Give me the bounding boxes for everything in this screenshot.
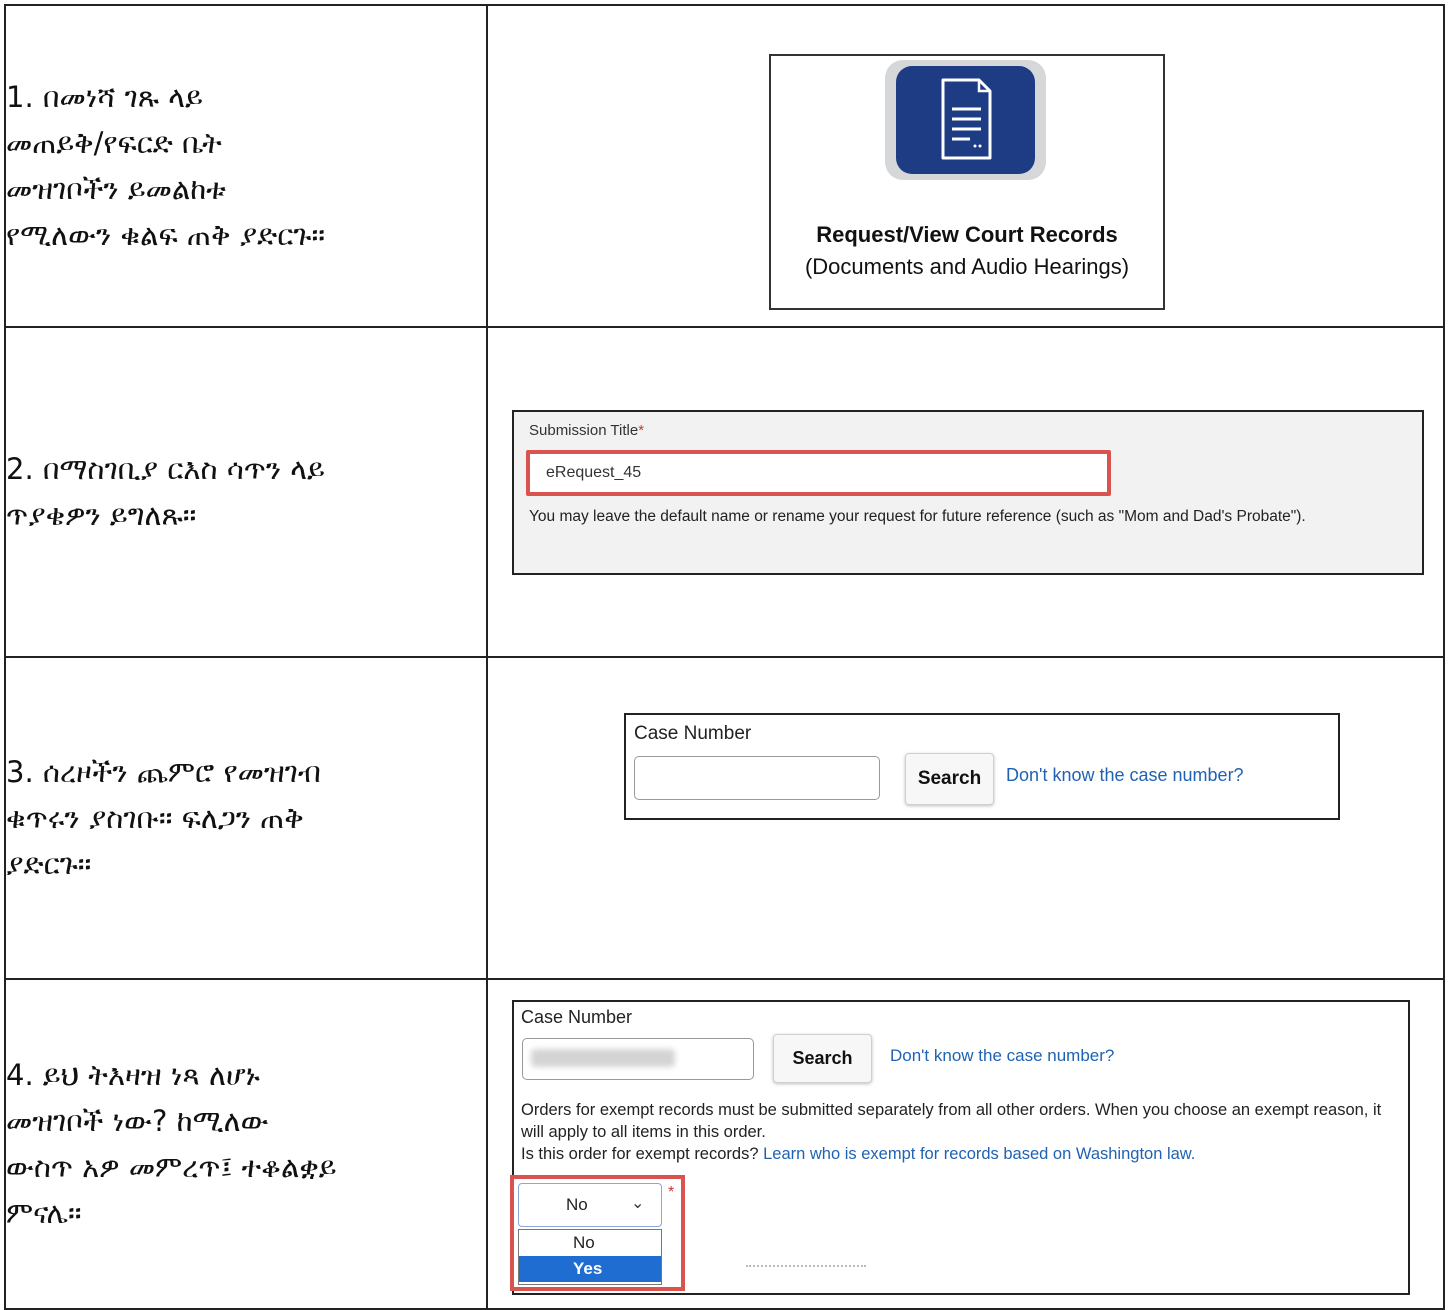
exempt-select[interactable]: No ⌄: [518, 1183, 662, 1227]
step-1-line-4: የሚለውን ቁልፍ ጠቅ ያድርጉ።: [6, 218, 326, 252]
tile-title: Request/View Court Records: [816, 222, 1118, 247]
step-3-line-3: ያድርጉ።: [6, 847, 92, 881]
required-marker: *: [638, 422, 645, 439]
court-records-tile[interactable]: Request/View Court Records (Documents an…: [769, 54, 1165, 310]
step-1-screenshot: Request/View Court Records (Documents an…: [486, 4, 1445, 328]
exempt-select-value: No: [566, 1195, 588, 1214]
chevron-down-icon: ⌄: [631, 1195, 645, 1212]
submission-title-input[interactable]: eRequest_45: [526, 450, 1111, 496]
exempt-question: Is this order for exempt records? Learn …: [521, 1145, 1195, 1164]
step-3-instruction: 3. ሰረዞችን ጨምሮ የመዝገብ ቁጥሩን ያስገቡ። ፍለጋን ጠቅ ያድ…: [4, 656, 488, 980]
case-number-panel: Case Number Search Don't know the case n…: [624, 713, 1340, 820]
option-no[interactable]: No: [519, 1230, 661, 1256]
search-button[interactable]: Search: [905, 753, 994, 805]
step-row-3: 3. ሰረዞችን ጨምሮ የመዝገብ ቁጥሩን ያስገቡ። ፍለጋን ጠቅ ያድ…: [4, 656, 1445, 980]
step-1-line-2: መጠይቅ/የፍርድ ቤት: [6, 126, 222, 160]
required-marker: *: [668, 1184, 675, 1201]
step-4-line-3: ውስጥ አዎ መምረጥ፤ ተቆልቋይ: [6, 1150, 337, 1184]
submission-title-label: Submission Title*: [529, 422, 645, 439]
exempt-options-list: No Yes: [518, 1229, 662, 1285]
step-3-line-1: 3. ሰረዞችን ጨምሮ የመዝገብ: [6, 755, 321, 789]
blurred-case-number: [531, 1049, 675, 1067]
tile-subtitle: (Documents and Audio Hearings): [804, 254, 1130, 279]
document-icon: [896, 66, 1035, 174]
step-4-line-4: ምናሌ።: [6, 1196, 82, 1230]
step-1-line-1: 1. በመነሻ ገጹ ላይ: [6, 80, 203, 114]
step-4-instruction: 4. ይህ ትእዛዝ ነጻ ለሆኑ መዝገቦች ነው? ከሚለው ውስጥ አዎ …: [4, 978, 488, 1310]
case-number-help-link[interactable]: Don't know the case number?: [890, 1046, 1114, 1066]
step-3-line-2: ቁጥሩን ያስገቡ። ፍለጋን ጠቅ: [6, 801, 304, 835]
search-button[interactable]: Search: [773, 1034, 872, 1083]
step-4-screenshot: Case Number Search Don't know the case n…: [486, 978, 1445, 1310]
step-4-line-1: 4. ይህ ትእዛዝ ነጻ ለሆኑ: [6, 1058, 260, 1092]
step-2-instruction: 2. በማስገቢያ ርእስ ሳጥን ላይ ጥያቄዎን ይግለጹ።: [4, 326, 488, 658]
step-2-screenshot: Submission Title* eRequest_45 You may le…: [486, 326, 1445, 658]
case-number-label: Case Number: [634, 723, 752, 744]
case-number-label: Case Number: [521, 1007, 633, 1027]
instructions-table: 1. በመነሻ ገጹ ላይ መጠይቅ/የፍርድ ቤት መዝገቦችን ይመልከቱ …: [4, 4, 1445, 1310]
step-row-1: 1. በመነሻ ገጹ ላይ መጠይቅ/የፍርድ ቤት መዝገቦችን ይመልከቱ …: [4, 4, 1445, 328]
exempt-law-link[interactable]: Learn who is exempt for records based on…: [763, 1145, 1195, 1163]
step-3-screenshot: Case Number Search Don't know the case n…: [486, 656, 1445, 980]
exempt-question-text: Is this order for exempt records?: [521, 1145, 759, 1163]
faded-divider: [746, 1265, 866, 1273]
submission-title-value: eRequest_45: [546, 464, 642, 481]
exempt-note: Orders for exempt records must be submit…: [521, 1101, 1382, 1141]
exempt-records-panel: Case Number Search Don't know the case n…: [510, 1000, 1410, 1295]
step-row-4: 4. ይህ ትእዛዝ ነጻ ለሆኑ መዝገቦች ነው? ከሚለው ውስጥ አዎ …: [4, 978, 1445, 1310]
case-number-input[interactable]: [522, 1038, 754, 1080]
step-1-line-3: መዝገቦችን ይመልከቱ: [6, 172, 226, 206]
submission-title-panel: Submission Title* eRequest_45 You may le…: [512, 410, 1424, 575]
step-4-line-2: መዝገቦች ነው? ከሚለው: [6, 1104, 269, 1138]
tile-icon-frame: [885, 60, 1046, 180]
case-number-input[interactable]: [634, 756, 880, 800]
step-2-line-1: 2. በማስገቢያ ርእስ ሳጥን ላይ: [6, 452, 325, 486]
option-yes[interactable]: Yes: [519, 1256, 661, 1282]
case-number-help-link[interactable]: Don't know the case number?: [1006, 765, 1244, 786]
step-row-2: 2. በማስገቢያ ርእስ ሳጥን ላይ ጥያቄዎን ይግለጹ። Submiss…: [4, 326, 1445, 658]
submission-title-help: You may leave the default name or rename…: [529, 508, 1306, 525]
step-2-line-2: ጥያቄዎን ይግለጹ።: [6, 498, 197, 532]
step-1-instruction: 1. በመነሻ ገጹ ላይ መጠይቅ/የፍርድ ቤት መዝገቦችን ይመልከቱ …: [4, 4, 488, 328]
